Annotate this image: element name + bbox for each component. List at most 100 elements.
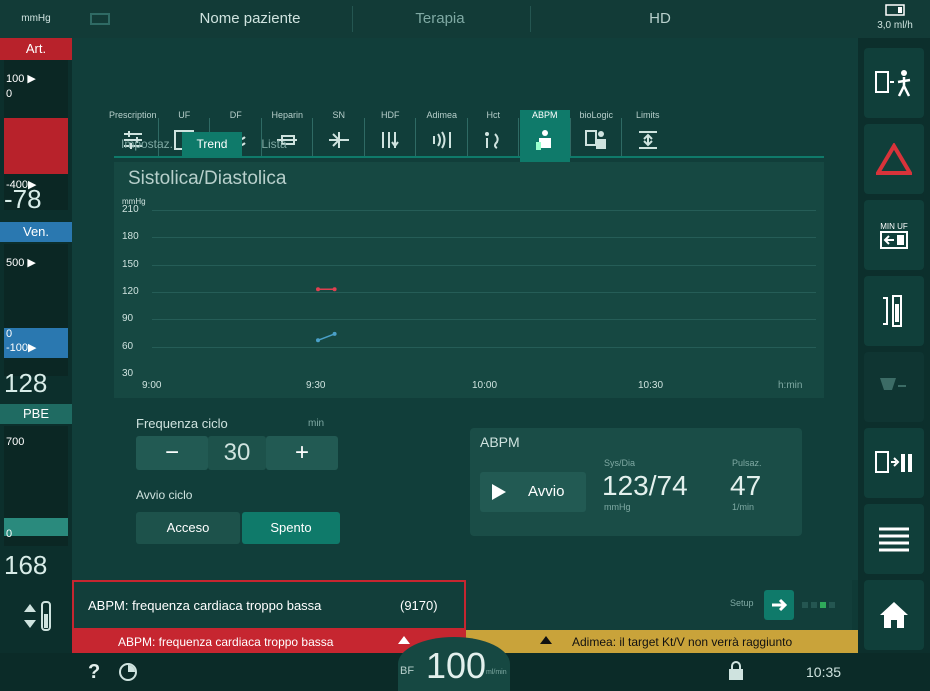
alarm-banner-text: ABPM: frequenza cardiaca troppo bassa [118, 635, 334, 649]
alarm-expand-icon[interactable] [398, 636, 410, 644]
alarm-message-box[interactable]: ABPM: frequenza cardiaca troppo bassa (9… [72, 580, 466, 630]
subtab-settings[interactable]: Impostaz. [114, 132, 180, 156]
hct-icon [485, 132, 499, 149]
alarm-message: ABPM: frequenza cardiaca troppo bassa [88, 598, 322, 613]
sysdia-label: Sys/Dia [604, 458, 636, 468]
clock: 10:35 [806, 664, 842, 680]
chart-plot [316, 287, 337, 343]
tab-label: UF [178, 110, 191, 120]
tab-sn[interactable]: SN [312, 110, 364, 170]
patient-connect-button[interactable] [864, 48, 924, 118]
data-point [316, 338, 320, 343]
warning-expand-icon[interactable] [540, 636, 552, 644]
uf-rate-display: 3,0 ml/h [862, 0, 928, 38]
play-icon [492, 484, 506, 500]
biologic-icon [585, 130, 607, 149]
tab-hct[interactable]: Hct [466, 110, 519, 170]
cycle-value: 30 [208, 436, 266, 470]
ven-scale-zero: 0 [6, 328, 13, 340]
subtab-trend[interactable]: Trend [182, 132, 242, 156]
pulse-unit: 1/min [732, 502, 755, 512]
abpm-icon [535, 130, 551, 150]
data-point [332, 287, 337, 292]
bf-value: 100 [426, 645, 487, 686]
tab-label: DF [229, 110, 242, 120]
sysdia-unit: mmHg [604, 502, 631, 512]
lock-icon[interactable] [728, 661, 744, 681]
alarm-mute-button[interactable] [864, 124, 924, 194]
pulse-label: Pulsaz. [732, 458, 762, 468]
treatment-icon [880, 378, 906, 390]
cycle-unit: min [308, 418, 325, 429]
art-scale-top: 100 ▶ [6, 73, 36, 85]
warning-banner[interactable]: Adimea: il target Kt/V non verrà raggiun… [466, 630, 858, 653]
tab-label: Adimea [426, 110, 457, 120]
bf-unit: ml/min [486, 669, 507, 676]
progress-dots-icon [802, 602, 835, 608]
tab-label: HDF [381, 110, 400, 120]
setup-label: Setup [730, 598, 754, 608]
list-icon [879, 527, 909, 552]
treatment-disabled-button[interactable] [864, 352, 924, 422]
tab-limits[interactable]: Limits [621, 110, 673, 170]
level-adjust-icon[interactable] [16, 598, 56, 639]
home-icon [880, 602, 908, 628]
tab-label: SN [332, 110, 345, 120]
arrow-right-icon [772, 598, 788, 612]
cycle-on-button[interactable]: Acceso [136, 512, 240, 544]
cycle-decrease-button[interactable]: − [136, 436, 208, 470]
alarm-code: (9170) [400, 598, 438, 613]
bf-display[interactable]: BF 100 ml/min [398, 637, 510, 691]
start-cycle-label: Avvio ciclo [136, 488, 193, 502]
pause-treatment-button[interactable] [864, 428, 924, 498]
patient-connect-icon [875, 70, 911, 97]
tab-abpm[interactable]: ABPM [518, 110, 570, 170]
hdf-icon [382, 132, 400, 148]
ven-value: 128 [4, 368, 48, 398]
menu-icon[interactable] [88, 0, 112, 38]
menu-list-button[interactable] [864, 504, 924, 574]
abpm-start-label: Avvio [528, 483, 565, 500]
alarm-triangle-icon [876, 143, 912, 175]
pbe-scale-zero: 0 [6, 528, 13, 540]
data-point [316, 287, 320, 292]
unit-label: mmHg [21, 13, 51, 24]
art-label: Art. [0, 38, 72, 60]
min-uf-button[interactable]: MIN UF [864, 200, 924, 270]
setup-button[interactable] [764, 590, 794, 620]
cycle-off-button[interactable]: Spento [242, 512, 340, 544]
adimea-icon [432, 131, 451, 149]
ven-label: Ven. [0, 222, 72, 242]
main-panel: Prescription UF DF Heparin SN HDF Adimea Hct ABP… [72, 38, 858, 580]
limits-icon [638, 131, 657, 149]
pbe-scale-top: 700 [6, 436, 25, 448]
tab-label: bioLogic [579, 110, 614, 120]
top-bar: mmHg Nome paziente Terapia HD 3,0 ml/h [0, 0, 930, 38]
tab-hdf[interactable]: HDF [363, 110, 416, 170]
bf-label: BF [400, 665, 415, 677]
ven-scale-top: 500 ▶ [6, 257, 36, 269]
tab-biologic[interactable]: bioLogic [569, 110, 622, 170]
tab-label: ABPM [531, 110, 558, 120]
patient-name[interactable]: Nome paziente [150, 0, 350, 38]
sysdia-value: 123/74 [602, 470, 688, 501]
abpm-start-button[interactable]: Avvio [480, 472, 586, 512]
warning-banner-text: Adimea: il target Kt/V non verrà raggiun… [572, 635, 793, 649]
pause-treatment-icon [875, 451, 912, 473]
abpm-panel: ABPM Avvio Sys/Dia 123/74 mmHg Pulsaz. 4… [470, 428, 802, 536]
subtab-list[interactable]: Lista [244, 132, 304, 156]
pressure-column: Art. 100 ▶ 0 -400▶ -78 Ven. 500 ▶ 0 -100… [0, 38, 72, 653]
min-uf-icon [880, 230, 908, 249]
syringe-button[interactable] [864, 276, 924, 346]
help-button[interactable]: ? [88, 661, 100, 684]
pbe-label: PBE [0, 404, 72, 424]
pbe-value: 168 [4, 550, 48, 580]
pulse-value: 47 [730, 470, 762, 501]
syringe-icon [883, 295, 902, 327]
timer-icon[interactable] [118, 662, 138, 682]
status-bar: ? BF 100 ml/min 10:35 [0, 637, 930, 691]
tab-adimea[interactable]: Adimea [415, 110, 467, 170]
home-button[interactable] [864, 580, 924, 650]
data-point [332, 331, 337, 336]
cycle-increase-button[interactable]: + [266, 436, 338, 470]
